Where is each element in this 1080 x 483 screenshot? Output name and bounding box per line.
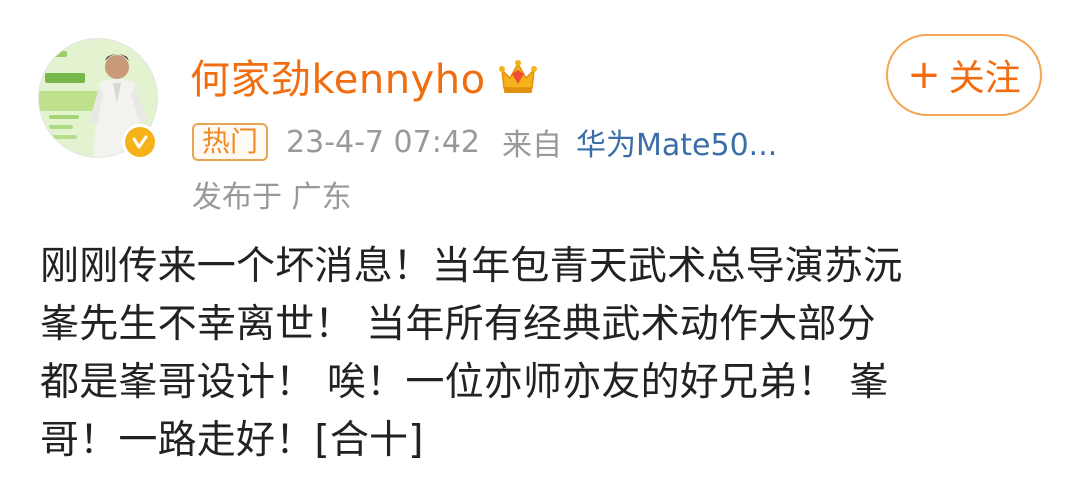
post-body-line: 哥！一路走好！[合十] [40,418,424,463]
source-prefix: 来自 [502,128,563,163]
plus-icon: + [907,52,941,98]
verified-badge-icon [122,124,158,160]
source-device-link[interactable]: 华为Mate50... [576,120,777,164]
hot-badge: 热门 [192,123,269,161]
weibo-post-card: 何家劲kennyho + 关注 热门 23-4-7 07:42 来自 华为Mat… [0,0,1080,483]
avatar[interactable] [38,38,158,160]
crown-member-icon[interactable] [496,56,540,96]
post-meta: 热门 23-4-7 07:42 来自 华为Mate50... [192,120,777,164]
post-location: 发布于 广东 [192,180,352,215]
post-body-line: 刚刚传来一个坏消息！当年包青天武术总导演苏沅 [40,244,903,289]
post-timestamp: 23-4-7 07:42 [286,124,481,160]
post-body-line: 都是峯哥设计！ 唉！一位亦师亦友的好兄弟！ 峯 [40,360,889,405]
username[interactable]: 何家劲kennyho [190,47,486,105]
username-row: 何家劲kennyho [190,48,540,104]
post-body-line: 峯先生不幸离世！ 当年所有经典武术动作大部分 [40,302,876,347]
follow-label: 关注 [948,58,1021,99]
post-body: 刚刚传来一个坏消息！当年包青天武术总导演苏沅 峯先生不幸离世！ 当年所有经典武术… [40,238,1050,470]
follow-button[interactable]: + 关注 [886,34,1042,116]
